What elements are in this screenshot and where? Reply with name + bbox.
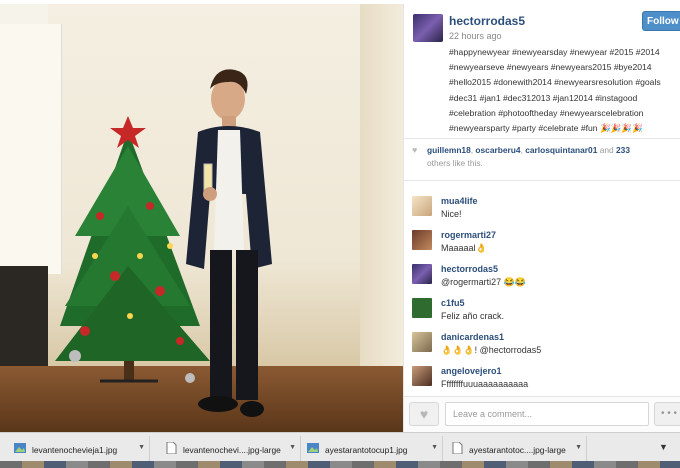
post-caption: #happynewyear #newyearsday #newyear #201…	[449, 47, 661, 134]
liker-name[interactable]: guillemn18	[427, 145, 471, 155]
comment-text: Feliz año crack.	[441, 311, 505, 321]
comment-item: hectorrodas5 @rogermarti27 😂😂	[412, 262, 680, 292]
like-button[interactable]: ♥	[409, 402, 439, 426]
file-icon	[166, 442, 177, 454]
liker-name[interactable]: carlosquintanar01	[525, 145, 597, 155]
post-sidebar: hectorrodas5 22 hours ago Follow #happyn…	[403, 4, 680, 432]
avatar[interactable]	[412, 264, 432, 284]
comment-item: angelovejero1 Ffffffffuuuaaaaaaaaaa	[412, 364, 680, 394]
chevron-down-icon[interactable]: ▼	[138, 444, 145, 451]
avatar[interactable]	[412, 196, 432, 216]
comment-input[interactable]: Leave a comment...	[445, 402, 649, 426]
comment-item: c1fu5 Feliz año crack.	[412, 296, 680, 326]
download-filename: ayestarantotoc....jpg-large	[469, 445, 566, 455]
comment-text: Ffffffffuuuaaaaaaaaaa	[441, 379, 529, 389]
likes-count[interactable]: 233	[616, 145, 630, 155]
comment-username[interactable]: angelovejero1	[441, 366, 502, 376]
comment-username[interactable]: danicardenas1	[441, 332, 504, 342]
comment-item: danicardenas1 👌👌👌! @hectorrodas5	[412, 330, 680, 360]
download-filename: ayestarantotocup1.jpg	[325, 445, 408, 455]
chevron-down-icon[interactable]: ▼	[575, 444, 582, 451]
comment-text: Maaaaal👌	[441, 243, 487, 253]
comment-text: 👌👌👌! @hectorrodas5	[441, 345, 542, 355]
comment-username[interactable]: rogermarti27	[441, 230, 496, 240]
comment-item: rogermarti27 Maaaaal👌	[412, 228, 680, 258]
download-filename: levantenochevieja1.jpg	[32, 445, 118, 455]
comment-text: Nice!	[441, 209, 462, 219]
image-file-icon	[307, 443, 319, 453]
follow-button[interactable]: Follow	[642, 11, 680, 31]
viewport: hectorrodas5 22 hours ago Follow #happyn…	[0, 0, 680, 432]
taskbar-strip	[0, 461, 680, 468]
comment-username[interactable]: hectorrodas5	[441, 264, 498, 274]
download-filename: levantenochevi....jpg-large	[183, 445, 281, 455]
heart-icon: ♥	[412, 145, 418, 155]
avatar[interactable]	[413, 14, 443, 42]
post-username[interactable]: hectorrodas5	[449, 14, 525, 28]
likes-and: and	[599, 145, 614, 155]
avatar[interactable]	[412, 332, 432, 352]
file-icon	[452, 442, 463, 454]
comment-item: mua4life Nice!	[412, 194, 680, 224]
avatar[interactable]	[412, 298, 432, 318]
post-header: hectorrodas5 22 hours ago Follow	[404, 4, 680, 48]
person-standing	[186, 69, 272, 417]
avatar[interactable]	[412, 366, 432, 386]
divider	[404, 180, 680, 181]
liker-name[interactable]: oscarberu4	[475, 145, 520, 155]
heart-icon: ♥	[419, 406, 429, 422]
show-all-downloads-icon[interactable]: ▼	[659, 442, 668, 452]
comment-bar: ♥ Leave a comment... • • •	[404, 396, 680, 432]
avatar[interactable]	[412, 230, 432, 250]
likes-summary: ♥ guillemn18, oscarberu4, carlosquintanar…	[412, 145, 630, 168]
post-timestamp[interactable]: 22 hours ago	[449, 31, 502, 41]
divider	[404, 138, 680, 139]
download-item[interactable]: ayestarantotocup1.jpg ▼	[293, 436, 443, 462]
comment-username[interactable]: mua4life	[441, 196, 478, 206]
comment-text: @rogermarti27 😂😂	[441, 277, 527, 287]
more-options-button[interactable]: • • •	[654, 402, 680, 426]
download-item[interactable]: ayestarantotoc....jpg-large ▼	[437, 436, 587, 462]
likes-others: others like this.	[427, 158, 483, 168]
image-file-icon	[14, 443, 26, 453]
post-photo[interactable]	[0, 4, 403, 432]
download-item[interactable]: levantenochevi....jpg-large ▼	[151, 436, 301, 462]
comment-username[interactable]: c1fu5	[441, 298, 465, 308]
download-item[interactable]: levantenochevieja1.jpg ▼	[0, 436, 150, 462]
